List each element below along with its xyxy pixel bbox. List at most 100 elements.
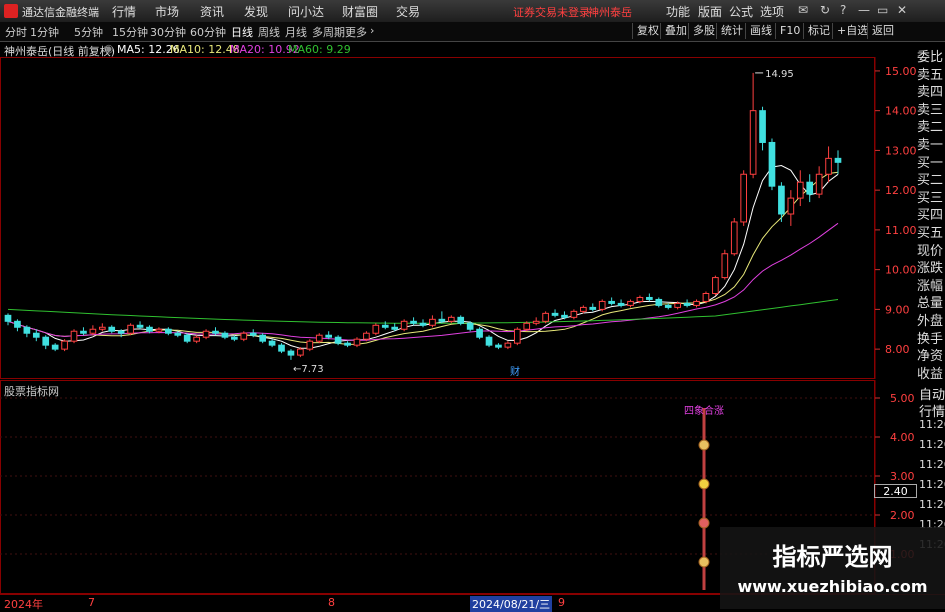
tool-f10[interactable]: F10: [775, 23, 804, 39]
side-label: 现价: [917, 243, 944, 259]
signal-label: 四象合涨: [684, 404, 724, 417]
menu-faxian[interactable]: 发现: [244, 3, 268, 20]
signal-icon: [698, 517, 710, 529]
side-label: 买五: [917, 226, 944, 241]
menu-hangqing[interactable]: 行情: [112, 3, 136, 20]
period-toolbar: 分时 1分钟 5分钟 15分钟 30分钟 60分钟 日线 周线 月线 多周期 更…: [0, 22, 945, 42]
signal-icon: [698, 439, 710, 451]
indicator-title: 股票指标网: [4, 385, 59, 398]
menu-xuanxiang[interactable]: 选项: [760, 3, 784, 20]
candle-body: [551, 312, 559, 316]
candle-body: [410, 320, 417, 324]
kline-chart[interactable]: 15.00 14.00 13.00 12.00 11.00 10.00 9.00 8.00 14…: [0, 57, 917, 379]
axis-month-7: 7: [88, 596, 95, 609]
current-indicator-value: 2.40: [874, 484, 917, 498]
side-label: 收益: [917, 366, 944, 382]
tab-15min[interactable]: 15分钟: [112, 24, 148, 40]
menu-wenxiaoda[interactable]: 问小达: [288, 3, 324, 20]
refresh-icon[interactable]: ↻: [820, 3, 830, 17]
mail-icon[interactable]: ✉: [798, 3, 808, 17]
candle-body: [476, 328, 483, 338]
candle-body: [778, 185, 785, 215]
price-tick-label: 13.00: [885, 144, 917, 157]
candle-body: [202, 330, 210, 338]
menu-zixun[interactable]: 资讯: [200, 3, 224, 20]
tab-more[interactable]: 更多: [345, 24, 367, 40]
stock-name-title: 神州泰岳: [588, 6, 632, 19]
login-warning[interactable]: 证券交易未登录: [513, 4, 590, 20]
price-tick-label: 8.00: [885, 343, 910, 356]
signal-icon: [698, 556, 710, 568]
price-tick-label: 14.00: [885, 105, 917, 118]
candle-body: [391, 326, 399, 330]
tab-fenshi[interactable]: 分时: [5, 24, 27, 40]
settings-icon[interactable]: ◉: [104, 42, 114, 55]
candle-body: [212, 330, 219, 334]
candle-body: [466, 322, 474, 330]
tab-30min[interactable]: 30分钟: [150, 24, 186, 40]
low-label: ←7.73: [293, 364, 324, 375]
sub-tick-label: 4.00: [890, 431, 915, 444]
tool-biaoji[interactable]: 标记: [803, 23, 834, 39]
watermark-url: www.xuezhibiao.com: [737, 577, 928, 596]
candle-body: [636, 296, 644, 302]
candle-body: [608, 300, 615, 304]
candle-body: [268, 340, 276, 346]
price-tick-label: 12.00: [885, 184, 917, 197]
candle-body: [598, 300, 606, 310]
menu-shichang[interactable]: 市场: [155, 3, 179, 20]
candle-body: [495, 344, 502, 348]
tab-5min[interactable]: 5分钟: [74, 24, 103, 40]
menu-banmian[interactable]: 版面: [698, 3, 722, 20]
side-label: 卖三: [917, 102, 944, 118]
help-icon[interactable]: ?: [840, 3, 846, 17]
tool-fanhui[interactable]: 返回: [867, 23, 898, 39]
candle-body: [23, 326, 31, 334]
tool-diejia[interactable]: 叠加: [660, 23, 691, 39]
candle-body: [561, 314, 568, 318]
tab-weekly[interactable]: 周线: [258, 24, 280, 40]
cai-marker: 财: [510, 365, 520, 378]
tab-1min[interactable]: 1分钟: [30, 24, 59, 40]
candle-body: [693, 300, 700, 306]
candle-body: [721, 253, 729, 279]
candle-body: [240, 332, 248, 340]
candle-body: [617, 302, 625, 306]
high-label: 14.95: [765, 69, 794, 80]
restore-icon[interactable]: ▭: [877, 3, 888, 17]
tool-huaxian[interactable]: 画线: [745, 23, 776, 39]
candle-body: [136, 324, 144, 328]
tool-duogu[interactable]: 多股: [688, 23, 719, 39]
tab-monthly[interactable]: 月线: [285, 24, 307, 40]
menu-gongneng[interactable]: 功能: [666, 3, 690, 20]
candle-body: [740, 173, 748, 223]
tab-daily[interactable]: 日线: [231, 24, 253, 40]
tool-fuquan[interactable]: 复权: [632, 23, 663, 39]
candle-body: [259, 334, 266, 342]
signal-icon: [698, 478, 710, 490]
candle-body: [834, 157, 842, 163]
minimize-icon[interactable]: —: [858, 3, 870, 17]
menu-jiaoyi[interactable]: 交易: [396, 3, 420, 20]
menu-gongshi[interactable]: 公式: [729, 3, 753, 20]
candle-body: [683, 302, 691, 306]
tab-60min[interactable]: 60分钟: [190, 24, 226, 40]
candle-body: [674, 302, 681, 308]
side-label: 涨跌: [917, 261, 944, 277]
time-list-item: 11:26: [919, 418, 945, 431]
tool-tongji[interactable]: 统计: [716, 23, 747, 39]
candle-body: [14, 320, 21, 328]
candle-body: [174, 332, 182, 336]
menu-caifuquan[interactable]: 财富圈: [342, 3, 378, 20]
close-icon[interactable]: ✕: [897, 3, 907, 17]
price-tick-label: 9.00: [885, 303, 910, 316]
side-label: 外盘: [917, 314, 944, 329]
tab-multi-period[interactable]: 多周期: [312, 24, 345, 40]
ma10-line: [7, 171, 839, 345]
candle-body: [80, 330, 87, 334]
candle-body: [796, 181, 804, 199]
more-arrow-icon[interactable]: ›: [370, 24, 374, 37]
side-label: 总量: [917, 296, 944, 312]
candle-body: [806, 181, 814, 195]
candle-body: [429, 318, 436, 326]
